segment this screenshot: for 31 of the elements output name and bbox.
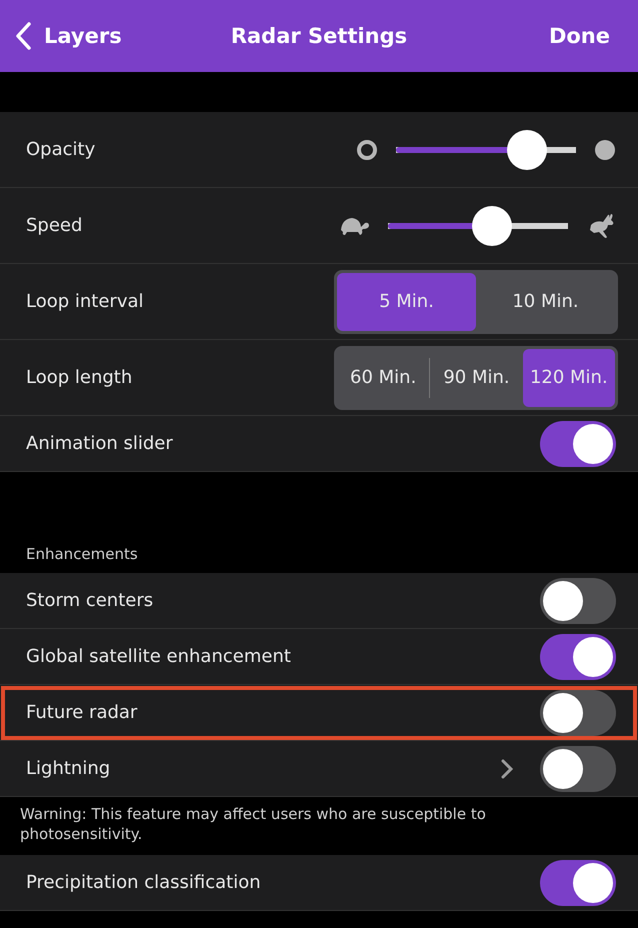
toggle-switch[interactable] (540, 420, 616, 466)
back-button[interactable]: Layers (14, 21, 122, 51)
row-label: Lightning (26, 758, 110, 779)
segment-option[interactable]: 90 Min. (430, 348, 523, 406)
row-label: Precipitation classification (26, 872, 261, 893)
row-label: Global satellite enhancement (26, 646, 291, 667)
row-label: Loop interval (26, 291, 144, 312)
row-label: Animation slider (26, 433, 173, 454)
row-label: Opacity (26, 139, 96, 160)
screen-title: Radar Settings (230, 24, 408, 48)
toggle-switch[interactable] (540, 578, 616, 624)
slider-thumb[interactable] (472, 206, 512, 246)
section-header: Enhancements (26, 545, 138, 563)
toggle-switch[interactable] (540, 746, 616, 792)
chevron-right-icon[interactable] (500, 758, 514, 778)
ring-icon (356, 138, 378, 160)
toggle-switch[interactable] (540, 690, 616, 736)
dot-icon (594, 138, 616, 160)
slider-thumb[interactable] (507, 130, 548, 170)
segment-option[interactable]: 5 Min. (337, 272, 476, 330)
back-chevron-icon (14, 21, 32, 51)
toggle-switch[interactable] (540, 634, 616, 680)
segment-option[interactable]: 120 Min. (522, 348, 615, 406)
row-label: Loop length (26, 367, 132, 388)
toggle-switch[interactable] (540, 860, 616, 906)
segment-option[interactable]: 10 Min. (476, 272, 615, 330)
done-button[interactable]: Done (548, 24, 610, 48)
segment-option[interactable]: 60 Min. (337, 348, 430, 406)
row-label: Future radar (26, 702, 138, 723)
row-label: Speed (26, 215, 82, 236)
row-label: Storm centers (26, 590, 154, 611)
